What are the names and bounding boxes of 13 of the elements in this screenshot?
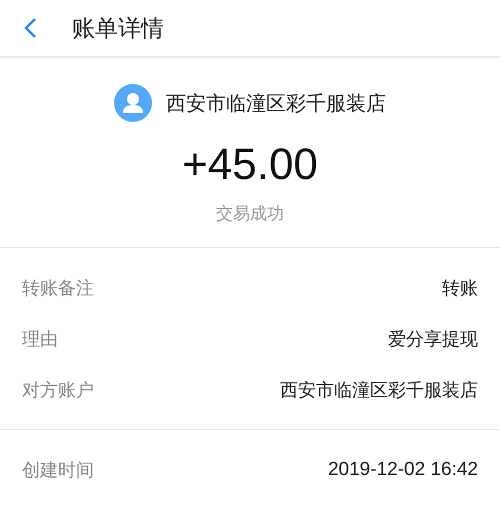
merchant-name: 西安市临潼区彩千服装店 — [166, 90, 386, 116]
detail-label: 创建时间 — [22, 458, 94, 482]
detail-value: 爱分享提现 — [388, 328, 478, 350]
avatar-icon — [114, 84, 152, 122]
detail-value: 2019-12-02 16:42 — [328, 458, 478, 480]
detail-label: 理由 — [22, 328, 58, 350]
detail-value: 西安市临潼区彩千服装店 — [280, 378, 478, 402]
detail-label: 转账备注 — [22, 276, 94, 300]
transaction-status: 交易成功 — [216, 203, 284, 225]
detail-label: 对方账户 — [22, 378, 94, 402]
page-title: 账单详情 — [72, 14, 164, 44]
detail-value: 转账 — [442, 276, 478, 300]
amount: +45.00 — [182, 140, 318, 190]
